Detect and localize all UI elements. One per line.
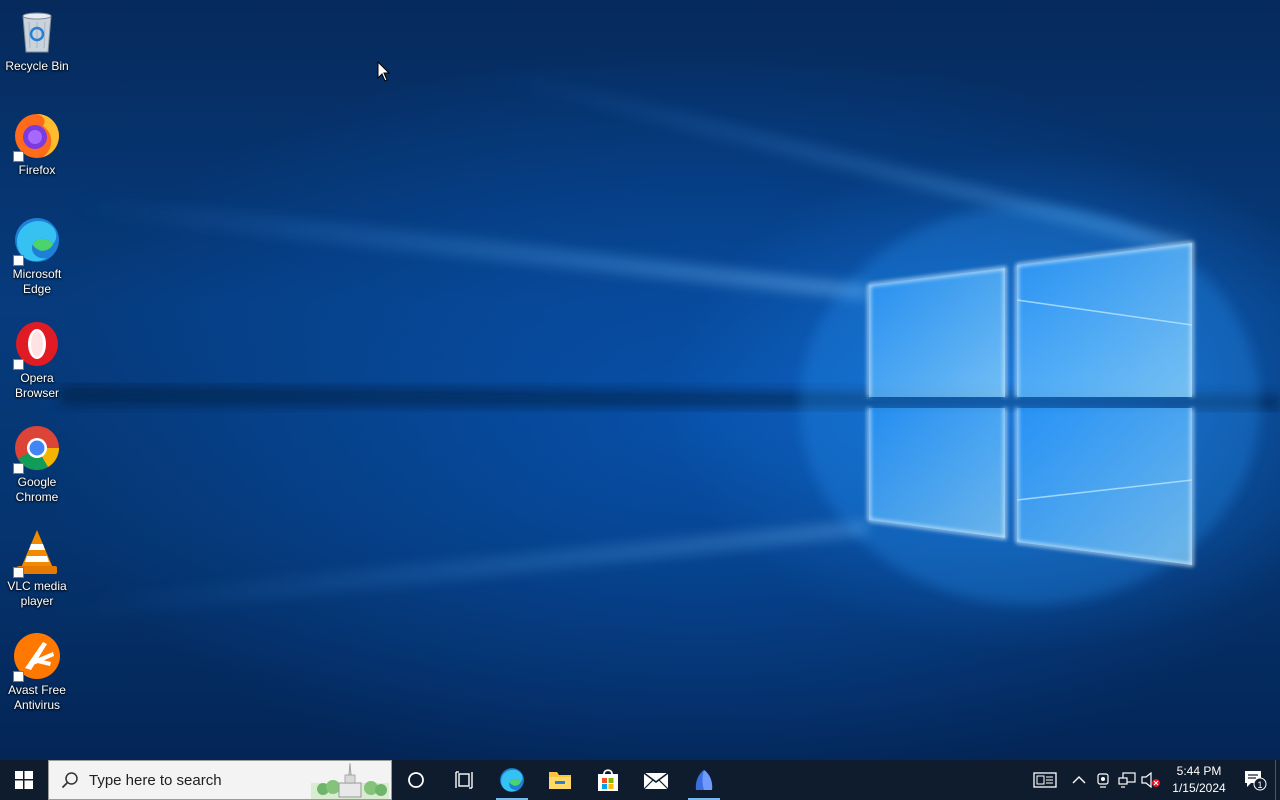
show-hidden-icons-button[interactable] [1067,760,1091,800]
vlc-icon [13,528,61,578]
mouse-cursor-icon [377,61,391,82]
desktop-icon-firefox[interactable]: Firefox [2,112,72,178]
microsoft-store-icon [598,769,618,791]
desktop-icon-label: Recycle Bin [5,59,69,73]
desktop-icon-label: VLC media player [7,579,67,608]
desktop-icon-opera[interactable]: Opera Browser [2,320,72,401]
shortcut-arrow-icon [13,255,24,266]
taskbar: Type here to search 5:44 PM 1/15/2024 1 [0,760,1280,800]
desktop-icon-vlc[interactable]: VLC media player [2,528,72,609]
taskbar-store-button[interactable] [584,760,632,800]
shortcut-arrow-icon [13,671,24,682]
clock-time: 5:44 PM [1176,764,1222,778]
shortcut-arrow-icon [13,151,24,162]
shortcut-arrow-icon [13,463,24,474]
windows-logo-icon [15,771,33,789]
mail-icon [643,772,669,790]
windows-wallpaper [40,60,1280,625]
opera-icon [13,320,61,370]
network-icon [1118,772,1136,788]
shortcut-arrow-icon [13,359,24,370]
task-view-icon [455,771,473,789]
taskbar-search-box[interactable]: Type here to search [48,760,392,800]
search-placeholder: Type here to search [89,771,222,789]
taskbar-file-explorer-button[interactable] [536,760,584,800]
desktop-icon-recycle-bin[interactable]: Recycle Bin [2,8,72,74]
network-button[interactable] [1115,760,1139,800]
notification-count: 1 [1257,780,1262,790]
meet-now-button[interactable] [1091,760,1115,800]
action-center-button[interactable]: 1 [1235,760,1275,800]
edge-icon [500,768,524,792]
search-highlight-icon [311,763,389,799]
taskbar-mail-button[interactable] [632,760,680,800]
cortana-icon [408,772,424,788]
desktop-icon-microsoft-edge[interactable]: Microsoft Edge [2,216,72,297]
search-icon [61,772,78,789]
volume-muted-icon [1141,772,1160,788]
recycle-bin-icon [13,8,61,56]
desktop-icon-label: Opera Browser [14,371,59,400]
chevron-up-icon [1072,776,1086,784]
volume-button[interactable] [1139,760,1163,800]
desktop[interactable]: Recycle Bin Firefox Microsoft Edge Opera… [0,0,1280,760]
desktop-icon-label: Avast Free Antivirus [8,683,66,712]
news-button[interactable] [1023,760,1067,800]
taskbar-edge-button[interactable] [488,760,536,800]
edge-icon [13,216,61,266]
taskbar-app-button[interactable] [680,760,728,800]
clock[interactable]: 5:44 PM 1/15/2024 [1163,763,1235,797]
meet-now-icon [1097,773,1109,788]
desktop-icon-label: Microsoft Edge [12,267,62,296]
chrome-icon [13,424,61,474]
desktop-icon-avast[interactable]: Avast Free Antivirus [2,632,72,713]
system-tray: 5:44 PM 1/15/2024 1 [1023,760,1280,800]
notification-icon: 1 [1245,771,1267,791]
news-icon [1033,772,1057,788]
show-desktop-button[interactable] [1275,760,1280,800]
firefox-icon [13,112,61,162]
desktop-icon-label: Google Chrome [15,475,59,504]
file-explorer-icon [549,772,571,789]
start-button[interactable] [0,760,48,800]
shortcut-arrow-icon [13,567,24,578]
clock-date: 1/15/2024 [1172,781,1226,795]
avast-icon [13,632,61,682]
cortana-button[interactable] [392,760,440,800]
app-icon [695,770,713,790]
desktop-icon-google-chrome[interactable]: Google Chrome [2,424,72,505]
desktop-icon-label: Firefox [18,163,56,177]
task-view-button[interactable] [440,760,488,800]
